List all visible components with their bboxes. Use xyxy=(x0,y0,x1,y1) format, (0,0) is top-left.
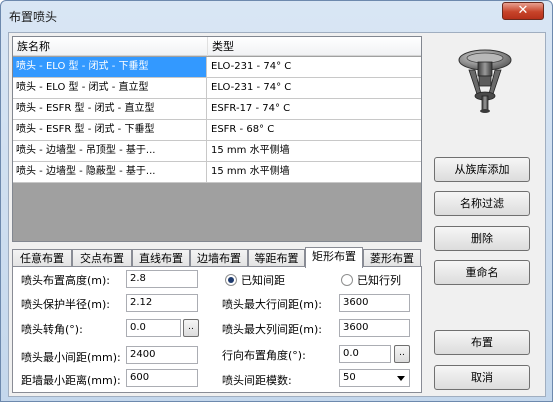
modulus-value: 50 xyxy=(343,372,356,383)
dialog-window: 布置喷头 ✕ 族名称 类型 喷头 - ELO 型 - 闭式 - 下垂型 ELO-… xyxy=(0,0,553,402)
tab-diamond[interactable]: 菱形布置 xyxy=(363,249,421,267)
max-row-spacing-input[interactable]: 3600 xyxy=(339,294,410,312)
add-from-library-button[interactable]: 从族库添加 xyxy=(434,157,530,182)
row-type: ELO-231 - 74° C xyxy=(211,61,292,72)
close-button[interactable]: ✕ xyxy=(502,2,544,20)
rotation-label: 喷头转角(°): xyxy=(21,323,83,336)
max-col-spacing-input[interactable]: 3600 xyxy=(339,319,410,337)
max-col-spacing-label: 喷头最大列间距(m): xyxy=(222,323,323,336)
delete-button[interactable]: 删除 xyxy=(434,226,530,251)
list-row[interactable]: 喷头 - 边墙型 - 吊顶型 - 基于... 15 mm 水平侧墙 xyxy=(13,141,421,162)
row-type: ESFR - 68° C xyxy=(211,124,275,135)
tab-sidewall[interactable]: 边墙布置 xyxy=(190,249,248,267)
row-family-name: 喷头 - ESFR 型 - 闭式 - 下垂型 xyxy=(13,120,207,140)
name-filter-button[interactable]: 名称过滤 xyxy=(434,191,530,216)
min-spacing-label: 喷头最小间距(mm): xyxy=(21,351,121,364)
dialog-body: 族名称 类型 喷头 - ELO 型 - 闭式 - 下垂型 ELO-231 - 7… xyxy=(8,32,546,397)
list-row[interactable]: 喷头 - 边墙型 - 隐蔽型 - 基于... 15 mm 水平侧墙 xyxy=(13,162,421,183)
sprinkler-head-icon xyxy=(429,36,541,121)
tab-equidistant[interactable]: 等距布置 xyxy=(248,249,305,267)
list-header: 族名称 类型 xyxy=(13,37,421,56)
column-header-type[interactable]: 类型 xyxy=(208,37,421,56)
row-family-name: 喷头 - ELO 型 - 闭式 - 直立型 xyxy=(13,78,207,98)
title-bar[interactable]: 布置喷头 ✕ xyxy=(1,1,552,31)
row-angle-label: 行向布置角度(°): xyxy=(222,349,306,362)
row-angle-input[interactable]: 0.0 xyxy=(339,345,391,363)
cancel-button[interactable]: 取消 xyxy=(434,365,530,390)
rename-button[interactable]: 重命名 xyxy=(434,260,530,285)
tab-arbitrary[interactable]: 任意布置 xyxy=(12,249,72,267)
rotation-input[interactable]: 0.0 xyxy=(126,319,181,337)
row-family-name: 喷头 - 边墙型 - 吊顶型 - 基于... xyxy=(13,141,207,161)
window-title: 布置喷头 xyxy=(9,10,58,24)
list-row[interactable]: 喷头 - ELO 型 - 闭式 - 直立型 ELO-231 - 74° C xyxy=(13,78,421,99)
modulus-label: 喷头间距模数: xyxy=(222,374,292,387)
row-family-name: 喷头 - ESFR 型 - 闭式 - 直立型 xyxy=(13,99,207,119)
row-family-name: 喷头 - 边墙型 - 隐蔽型 - 基于... xyxy=(13,162,207,182)
tab-line[interactable]: 直线布置 xyxy=(132,249,190,267)
radius-label: 喷头保护半径(m): xyxy=(21,298,111,311)
row-family-name: 喷头 - ELO 型 - 闭式 - 下垂型 xyxy=(13,57,207,77)
max-row-spacing-label: 喷头最大行间距(m): xyxy=(222,298,323,311)
chevron-down-icon xyxy=(397,376,405,381)
height-input[interactable]: 2.8 xyxy=(126,270,198,288)
row-type: ESFR-17 - 74° C xyxy=(211,103,291,114)
tab-rectangular[interactable]: 矩形布置 xyxy=(305,247,363,268)
row-type: 15 mm 水平侧墙 xyxy=(211,145,290,156)
known-spacing-label: 已知间距 xyxy=(241,274,285,287)
known-rowcol-radio[interactable] xyxy=(341,274,353,286)
list-row[interactable]: 喷头 - ESFR 型 - 闭式 - 直立型 ESFR-17 - 74° C xyxy=(13,99,421,120)
column-header-family-name[interactable]: 族名称 xyxy=(13,37,208,56)
rectangular-layout-panel: 喷头布置高度(m): 2.8 喷头保护半径(m): 2.12 喷头转角(°): … xyxy=(12,266,422,393)
family-list[interactable]: 族名称 类型 喷头 - ELO 型 - 闭式 - 下垂型 ELO-231 - 7… xyxy=(12,36,422,242)
place-button[interactable]: 布置 xyxy=(434,330,530,355)
min-spacing-input[interactable]: 2400 xyxy=(126,346,198,364)
radius-input[interactable]: 2.12 xyxy=(126,294,198,312)
wall-min-distance-input[interactable]: 600 xyxy=(126,369,198,387)
row-type: 15 mm 水平侧墙 xyxy=(211,166,290,177)
tab-intersection[interactable]: 交点布置 xyxy=(72,249,132,267)
height-label: 喷头布置高度(m): xyxy=(21,274,111,287)
modulus-select[interactable]: 50 xyxy=(339,369,410,387)
row-angle-pick-button[interactable]: .. xyxy=(394,345,410,363)
known-rowcol-label: 已知行列 xyxy=(357,274,401,287)
layout-tabs: 任意布置 交点布置 直线布置 边墙布置 等距布置 矩形布置 菱形布置 xyxy=(12,247,422,268)
row-type: ELO-231 - 74° C xyxy=(211,82,292,93)
rotation-pick-button[interactable]: .. xyxy=(183,319,199,337)
list-row[interactable]: 喷头 - ELO 型 - 闭式 - 下垂型 ELO-231 - 74° C xyxy=(13,57,421,78)
wall-min-distance-label: 距墙最小距离(mm): xyxy=(21,374,121,387)
list-row[interactable]: 喷头 - ESFR 型 - 闭式 - 下垂型 ESFR - 68° C xyxy=(13,120,421,141)
known-spacing-radio[interactable] xyxy=(225,274,237,286)
close-icon: ✕ xyxy=(517,3,529,18)
